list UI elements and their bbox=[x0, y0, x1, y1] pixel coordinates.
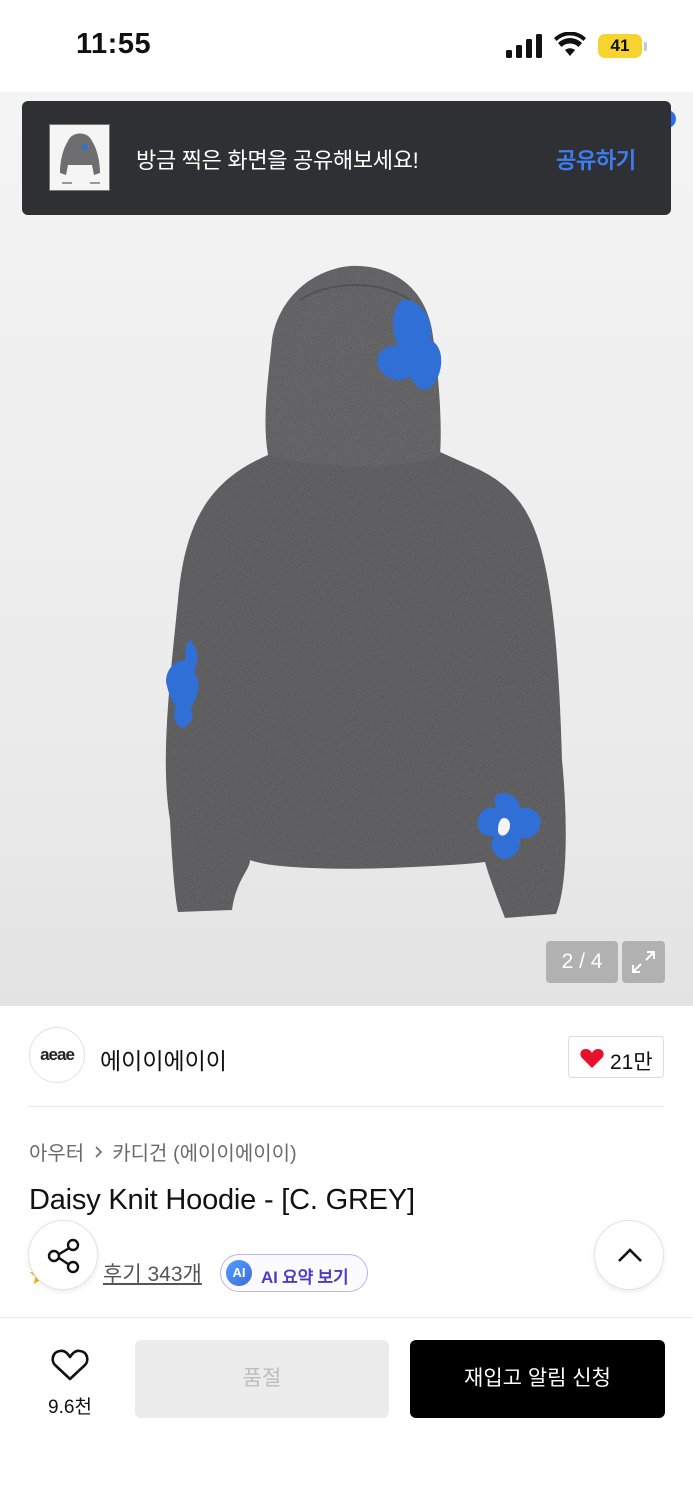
soldout-button: 품절 bbox=[135, 1340, 389, 1418]
toast-message: 방금 찍은 화면을 공유해보세요! bbox=[136, 148, 419, 173]
breadcrumb: 아우터 카디건 (에이이에이이) bbox=[29, 1137, 297, 1166]
hoodie-thumbnail-icon bbox=[50, 125, 109, 190]
scroll-top-button[interactable] bbox=[594, 1220, 664, 1290]
brand-row[interactable]: aeae 에이이에이이 21만 bbox=[0, 1006, 693, 1107]
wishlist-button[interactable]: 9.6천 bbox=[30, 1340, 110, 1420]
expand-icon bbox=[632, 951, 655, 973]
share-button[interactable] bbox=[28, 1220, 98, 1290]
wishlist-count: 9.6천 bbox=[48, 1397, 92, 1418]
hoodie-photo bbox=[165, 265, 566, 918]
ai-badge-icon: AI bbox=[226, 1260, 252, 1286]
expand-image-button[interactable] bbox=[622, 941, 665, 983]
heart-filled-icon bbox=[580, 1049, 604, 1068]
brand-like-count: 21만 bbox=[610, 1051, 653, 1074]
heart-outline-icon bbox=[51, 1349, 89, 1381]
breadcrumb-category[interactable]: 아우터 bbox=[29, 1137, 84, 1166]
brand-name[interactable]: 에이이에이이 bbox=[100, 1042, 227, 1076]
status-bar: 11:55 41 bbox=[0, 0, 693, 92]
product-image[interactable] bbox=[0, 92, 693, 1006]
toast-thumbnail bbox=[49, 124, 110, 191]
chevron-right-icon bbox=[95, 1145, 103, 1158]
divider bbox=[29, 1106, 664, 1107]
share-toast: 방금 찍은 화면을 공유해보세요! 공유하기 bbox=[22, 101, 671, 215]
share-icon bbox=[47, 1238, 80, 1274]
battery-indicator: 41 bbox=[598, 34, 642, 58]
cellular-signal-icon bbox=[506, 34, 542, 58]
battery-cap bbox=[644, 42, 647, 51]
review-link[interactable]: 후기 343개 bbox=[103, 1258, 202, 1288]
bottom-purchase-bar: 9.6천 품절 재입고 알림 신청 bbox=[0, 1317, 693, 1500]
share-action-button[interactable]: 공유하기 bbox=[556, 143, 636, 175]
status-time: 11:55 bbox=[76, 28, 152, 60]
breadcrumb-subcategory[interactable]: 카디건 (에이이에이이) bbox=[112, 1137, 296, 1166]
image-page-counter: 2 / 4 bbox=[546, 941, 618, 983]
product-title: Daisy Knit Hoodie - [C. GREY] bbox=[29, 1184, 415, 1216]
wifi-icon bbox=[554, 32, 586, 56]
brand-logo[interactable]: aeae bbox=[29, 1027, 85, 1083]
brand-like-button[interactable]: 21만 bbox=[568, 1036, 664, 1078]
restock-alert-button[interactable]: 재입고 알림 신청 bbox=[410, 1340, 665, 1418]
ai-summary-button[interactable]: AI AI 요약 보기 bbox=[220, 1254, 368, 1292]
ai-summary-label: AI 요약 보기 bbox=[261, 1268, 349, 1287]
chevron-up-icon bbox=[618, 1248, 642, 1262]
